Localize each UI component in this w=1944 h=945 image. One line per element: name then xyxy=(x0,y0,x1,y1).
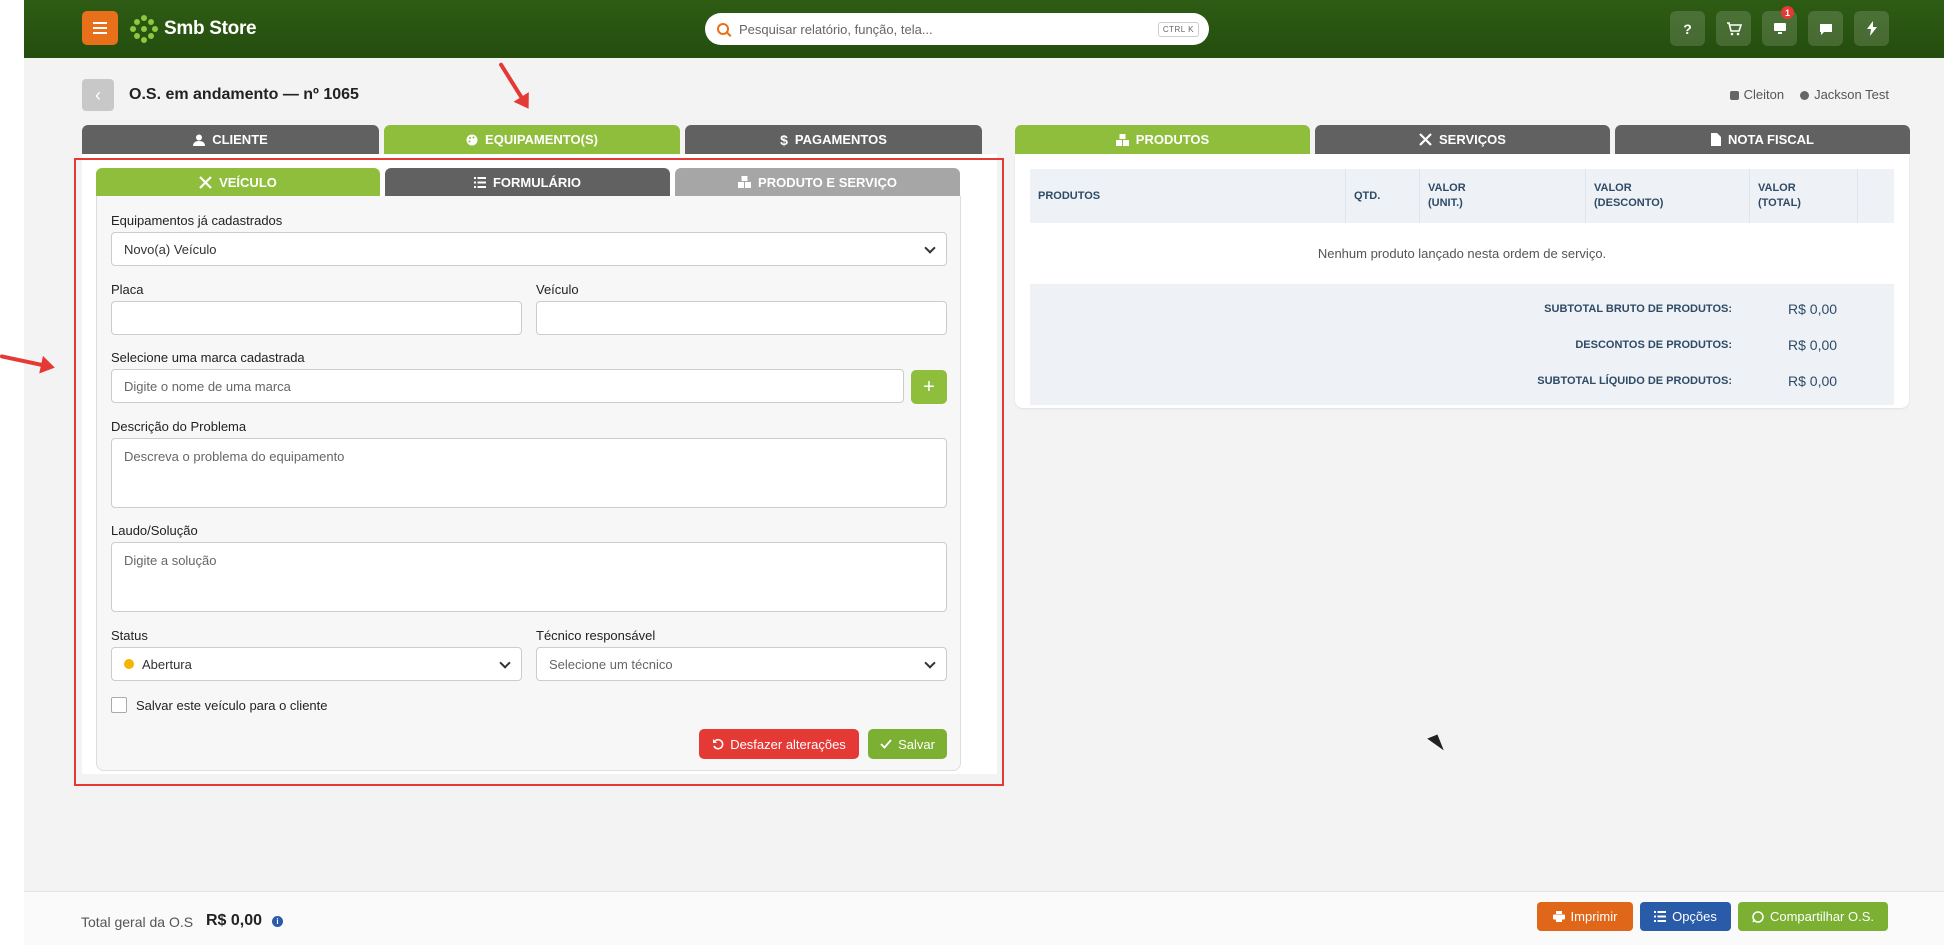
dollar-icon: $ xyxy=(780,131,788,148)
lightning-icon[interactable] xyxy=(1854,11,1889,46)
col-produtos: PRODUTOS xyxy=(1030,169,1346,223)
subtotal-liquido-label: SUBTOTAL LÍQUIDO DE PRODUTOS: xyxy=(1537,375,1732,387)
cart-icon[interactable] xyxy=(1716,11,1751,46)
total-row: SUBTOTAL BRUTO DE PRODUTOS: R$ 0,00 xyxy=(1030,291,1894,327)
back-button[interactable]: ‹ xyxy=(82,79,114,111)
store-user-label: Cleiton xyxy=(1743,87,1785,102)
palette-icon xyxy=(466,134,478,145)
notification-badge: 1 xyxy=(1781,6,1794,19)
user-icon xyxy=(1800,91,1810,100)
hamburger-icon xyxy=(93,27,107,29)
col-qtd: QTD. xyxy=(1346,169,1420,223)
total-row: DESCONTOS DE PRODUTOS: R$ 0,00 xyxy=(1030,327,1894,363)
right-main-tabs: Produtos Serviços Nota Fiscal xyxy=(1015,125,1910,154)
total-value: R$ 0,00 xyxy=(206,912,263,929)
print-button-label: Imprimir xyxy=(1570,909,1618,924)
menu-button[interactable] xyxy=(82,11,118,45)
products-table-header: PRODUTOS QTD. VALOR (UNIT.) VALOR (DESCO… xyxy=(1030,169,1894,223)
search-shortcut-hint: CTRL K xyxy=(1157,21,1199,37)
top-icon-bar: ? 1 xyxy=(1670,6,1889,46)
brand-logo-icon xyxy=(130,15,158,43)
chevron-left-icon: ‹ xyxy=(95,84,101,105)
highlight-box xyxy=(74,158,1004,786)
document-icon xyxy=(1711,133,1722,146)
tab-cliente[interactable]: Cliente xyxy=(82,125,379,154)
top-bar: Smb Store CTRL K ? 1 xyxy=(24,0,1944,58)
tab-nota-fiscal-label: Nota Fiscal xyxy=(1728,132,1814,147)
products-totals: SUBTOTAL BRUTO DE PRODUTOS: R$ 0,00 DESC… xyxy=(1030,285,1894,405)
whatsapp-icon xyxy=(1752,910,1764,923)
search-input[interactable] xyxy=(739,21,1158,37)
user-icon xyxy=(193,134,206,146)
print-button[interactable]: Imprimir xyxy=(1537,902,1633,931)
monitor-icon[interactable]: 1 xyxy=(1762,6,1797,46)
chat-icon[interactable] xyxy=(1808,11,1843,46)
col-valor-desconto: VALOR (DESCONTO) xyxy=(1586,169,1750,223)
tab-cliente-label: Cliente xyxy=(212,132,268,147)
list-icon xyxy=(1654,911,1667,922)
briefcase-icon xyxy=(1729,91,1739,100)
descontos-value: R$ 0,00 xyxy=(1788,337,1838,353)
subtotal-bruto-value: R$ 0,00 xyxy=(1788,301,1838,317)
products-table: PRODUTOS QTD. VALOR (UNIT.) VALOR (DESCO… xyxy=(1030,169,1894,405)
left-main-tabs: Cliente Equipamento(s) $ Pagamentos xyxy=(82,125,982,154)
store-user: Cleiton xyxy=(1729,87,1785,102)
products-empty-message: Nenhum produto lançado nesta ordem de se… xyxy=(1030,223,1894,285)
info-icon[interactable]: i xyxy=(272,916,283,927)
subtotal-liquido-value: R$ 0,00 xyxy=(1788,373,1838,389)
total-label: Total geral da O.S xyxy=(81,914,194,930)
mouse-cursor-icon xyxy=(1427,734,1444,755)
share-button-label: Compartilhar O.S. xyxy=(1769,909,1875,924)
user-info: Cleiton Jackson Test xyxy=(1729,87,1889,102)
tab-servicos-label: Serviços xyxy=(1439,132,1506,147)
subtotal-bruto-label: SUBTOTAL BRUTO DE PRODUTOS: xyxy=(1544,303,1732,315)
annotation-arrow-left xyxy=(0,354,52,369)
tab-pagamentos-label: Pagamentos xyxy=(794,132,887,147)
tab-produtos[interactable]: Produtos xyxy=(1015,125,1310,154)
tools-icon xyxy=(1419,133,1432,146)
annotation-arrow-top xyxy=(498,61,529,107)
search-icon xyxy=(717,23,729,35)
current-user-label: Jackson Test xyxy=(1814,87,1889,102)
brand-name: Smb Store xyxy=(164,18,257,39)
boxes-icon xyxy=(1115,133,1129,146)
tab-equipamentos[interactable]: Equipamento(s) xyxy=(384,125,680,154)
tab-equipamentos-label: Equipamento(s) xyxy=(485,132,598,147)
tab-nota-fiscal[interactable]: Nota Fiscal xyxy=(1615,125,1910,154)
total-row: SUBTOTAL LÍQUIDO DE PRODUTOS: R$ 0,00 xyxy=(1030,363,1894,399)
app-root: Smb Store CTRL K ? 1 ‹ O.S. em andamen xyxy=(0,0,1944,945)
help-icon[interactable]: ? xyxy=(1670,11,1705,46)
footer-bar: Total geral da O.S R$ 0,00 i Imprimir Op… xyxy=(24,891,1944,945)
col-actions xyxy=(1858,169,1894,223)
printer-icon xyxy=(1552,911,1565,922)
brand[interactable]: Smb Store xyxy=(130,14,257,44)
tab-pagamentos[interactable]: $ Pagamentos xyxy=(685,125,982,154)
search-bar[interactable]: CTRL K xyxy=(705,13,1209,45)
share-button[interactable]: Compartilhar O.S. xyxy=(1738,902,1888,931)
current-user: Jackson Test xyxy=(1800,87,1889,102)
page-title: O.S. em andamento — nº 1065 xyxy=(129,86,359,103)
options-button[interactable]: Opções xyxy=(1640,902,1731,931)
tab-produtos-label: Produtos xyxy=(1135,132,1210,147)
col-valor-total: VALOR (TOTAL) xyxy=(1750,169,1858,223)
descontos-label: DESCONTOS DE PRODUTOS: xyxy=(1575,339,1732,351)
col-valor-unit: VALOR (UNIT.) xyxy=(1420,169,1586,223)
tab-servicos[interactable]: Serviços xyxy=(1315,125,1610,154)
options-button-label: Opções xyxy=(1672,909,1717,924)
